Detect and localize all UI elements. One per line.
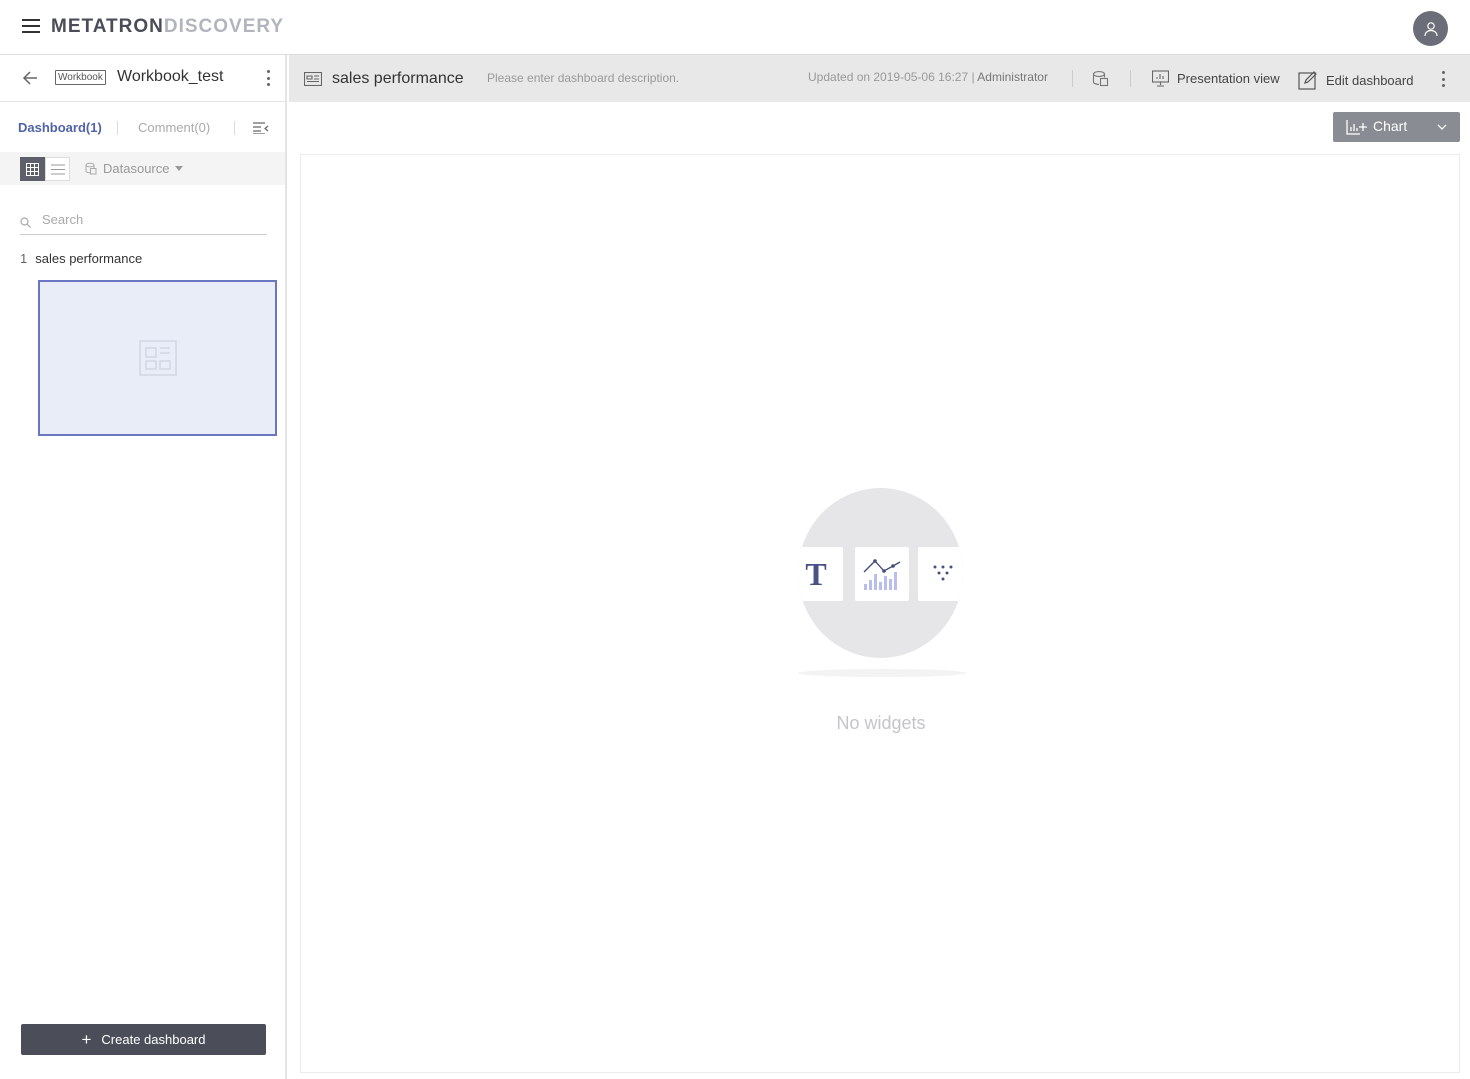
dashboard-canvas: T No widgets	[300, 154, 1460, 1073]
empty-message: No widgets	[836, 713, 926, 733]
grid-icon	[26, 162, 39, 176]
search-placeholder: Search	[42, 212, 84, 227]
filter-widget-card	[918, 547, 963, 601]
workbook-sidebar: Workbook Workbook_test Dashboard(1) Comm…	[0, 55, 287, 1079]
dashboard-index: 1	[20, 251, 28, 266]
add-chart-button[interactable]: Chart	[1333, 112, 1460, 142]
logo-discovery: DISCOVERY	[163, 16, 285, 37]
logo-metatron: METATRON	[51, 16, 164, 37]
header-divider	[1072, 70, 1073, 87]
tab-comment[interactable]: Comment(0)	[138, 120, 210, 135]
menu-icon[interactable]	[22, 19, 40, 33]
collapse-list-icon[interactable]	[253, 122, 269, 134]
dashboard-main: sales performance Please enter dashboard…	[289, 55, 1470, 1079]
text-widget-card: T	[798, 547, 843, 601]
edit-dashboard-button[interactable]: Edit dashboard	[1298, 70, 1413, 90]
updated-date: Updated on 2019-05-06 16:27	[808, 70, 969, 84]
presentation-view-button[interactable]: Presentation view	[1152, 70, 1280, 87]
edit-dashboard-label: Edit dashboard	[1326, 72, 1414, 88]
datasource-label: Datasource	[103, 161, 170, 176]
search-icon	[20, 217, 31, 228]
plus-icon: +	[81, 1029, 92, 1049]
caret-down-icon	[175, 166, 184, 171]
datasource-icon	[85, 162, 97, 175]
dashboard-thumbnail[interactable]	[38, 280, 277, 436]
chart-widget-card	[855, 547, 909, 601]
tab-divider	[117, 121, 118, 135]
dashboard-list-item[interactable]: 1 sales performance	[20, 251, 142, 266]
chart-button-label: Chart	[1373, 118, 1408, 134]
illustration-shadow	[798, 669, 966, 677]
updated-by: Administrator	[977, 70, 1048, 84]
tab-dashboard[interactable]: Dashboard(1)	[18, 120, 102, 135]
chart-widget-icon	[863, 559, 901, 590]
empty-illustration: T	[798, 488, 963, 658]
filter-widget-icon	[933, 565, 953, 581]
list-icon	[50, 164, 65, 174]
chevron-down-icon[interactable]	[1437, 124, 1447, 130]
app-logo[interactable]: METATRONDISCOVERY	[51, 16, 284, 38]
dashboard-search-input[interactable]: Search	[20, 210, 267, 235]
back-arrow-icon[interactable]	[20, 68, 40, 88]
tab-divider	[234, 121, 235, 135]
presentation-view-label: Presentation view	[1177, 71, 1280, 86]
add-chart-icon	[1346, 120, 1367, 135]
header-divider	[1130, 70, 1131, 87]
create-dashboard-label: Create dashboard	[101, 1032, 206, 1047]
dashboard-header: sales performance Please enter dashboard…	[289, 55, 1470, 102]
top-bar: METATRONDISCOVERY	[0, 0, 1470, 55]
user-icon	[1423, 21, 1438, 36]
workbook-header: Workbook Workbook_test	[0, 55, 285, 102]
dashboard-placeholder-icon	[138, 340, 177, 376]
user-avatar[interactable]	[1413, 11, 1448, 46]
create-dashboard-button[interactable]: + Create dashboard	[21, 1024, 266, 1055]
workbook-more-icon[interactable]	[266, 70, 270, 86]
dashboard-more-icon[interactable]	[1441, 71, 1445, 87]
datasource-dropdown[interactable]: Datasource	[84, 161, 184, 176]
sidebar-tabs: Dashboard(1) Comment(0)	[0, 102, 285, 152]
presentation-icon	[1152, 70, 1169, 87]
edit-icon	[1298, 71, 1317, 90]
workbook-badge: Workbook	[55, 70, 106, 85]
dashboard-item-name: sales performance	[35, 251, 143, 266]
updated-info: Updated on 2019-05-06 16:27 | Administra…	[808, 70, 1048, 84]
list-view-button[interactable]	[45, 157, 70, 181]
dashboard-title[interactable]: sales performance	[332, 70, 464, 88]
dashboard-icon	[304, 72, 322, 86]
text-widget-icon: T	[805, 555, 827, 592]
datasource-info-icon[interactable]	[1092, 70, 1109, 87]
workbook-name[interactable]: Workbook_test	[117, 68, 223, 86]
sidebar-toolbar: Datasource	[0, 152, 285, 185]
dashboard-description[interactable]: Please enter dashboard description.	[487, 71, 679, 85]
grid-view-button[interactable]	[20, 157, 45, 181]
